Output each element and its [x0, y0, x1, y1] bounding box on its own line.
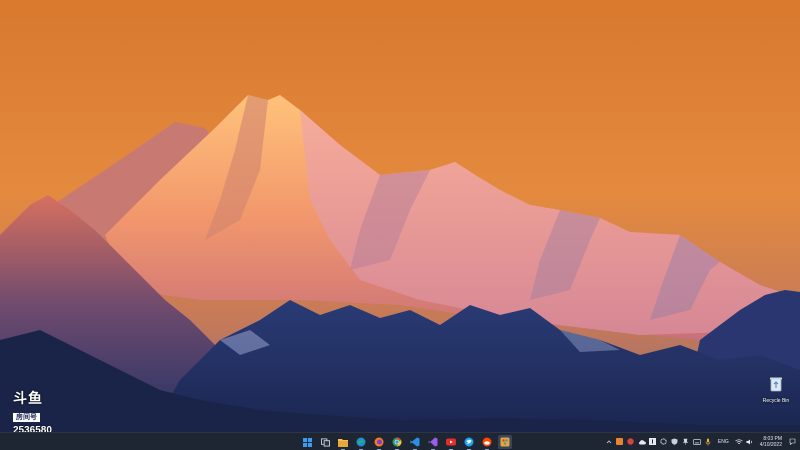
microphone-icon — [705, 438, 711, 445]
red-app-icon — [627, 438, 635, 445]
visual-studio-button[interactable] — [426, 435, 440, 450]
pin-icon — [683, 438, 689, 445]
file-explorer-icon — [338, 438, 348, 447]
watermark-brand: 斗鱼 — [13, 391, 43, 407]
tray-microphone[interactable] — [704, 438, 712, 446]
tray-app-red[interactable] — [627, 438, 635, 446]
start-button[interactable] — [300, 435, 314, 449]
tray-volume[interactable] — [746, 438, 754, 446]
tray-app-white[interactable] — [649, 438, 657, 446]
notification-icon — [789, 438, 795, 445]
show-hidden-icons-button[interactable] — [605, 438, 613, 446]
file-explorer-button[interactable] — [336, 435, 350, 450]
twitter-icon — [464, 437, 474, 447]
language-indicator[interactable]: ENG — [718, 439, 729, 445]
tray-settings[interactable] — [660, 438, 668, 446]
edge-button[interactable] — [354, 435, 368, 450]
tray-app-orange[interactable] — [616, 438, 624, 446]
cloud-icon — [638, 439, 646, 444]
mountain-wallpaper — [0, 0, 800, 432]
chrome-icon — [392, 437, 402, 447]
firefox-button[interactable] — [372, 435, 386, 450]
reddit-button[interactable] — [480, 435, 494, 450]
desktop[interactable]: Recycle Bin 斗鱼 房间号 2536580 — [0, 0, 800, 432]
chrome-button[interactable] — [390, 435, 404, 450]
watermark-room-label: 房间号 — [13, 413, 40, 422]
clock[interactable]: 8:03 PM 4/10/2022 — [760, 436, 782, 448]
taskbar-apps — [300, 435, 512, 450]
orange-app-icon — [616, 438, 624, 445]
task-view-icon — [320, 437, 330, 447]
paint-button[interactable] — [498, 435, 512, 449]
recycle-bin-label: Recycle Bin — [762, 398, 790, 404]
gear-icon — [660, 438, 668, 445]
shield-icon — [671, 438, 678, 445]
wifi-icon — [735, 438, 743, 444]
vscode-button[interactable] — [408, 435, 422, 450]
tray-pin[interactable] — [682, 438, 690, 446]
task-view-button[interactable] — [318, 435, 332, 449]
reddit-icon — [482, 437, 492, 447]
firefox-icon — [374, 437, 384, 447]
twitter-button[interactable] — [462, 435, 476, 450]
tray-keyboard[interactable] — [693, 438, 701, 446]
clock-time: 8:03 PM — [763, 435, 782, 442]
tray-app-gray[interactable] — [671, 438, 679, 446]
watermark-room-number: 2536580 — [13, 425, 52, 432]
recycle-bin[interactable]: Recycle Bin — [760, 376, 792, 404]
chevron-up-icon — [606, 439, 612, 443]
taskbar: ENG 8:03 PM 4/10/2022 — [0, 432, 800, 450]
youtube-icon — [446, 438, 456, 446]
youtube-button[interactable] — [444, 435, 458, 450]
douyu-watermark: 斗鱼 房间号 2536580 — [13, 392, 57, 432]
clock-date: 4/10/2022 — [759, 441, 782, 448]
tray-wifi[interactable] — [735, 438, 743, 446]
recycle-bin-icon — [770, 377, 782, 392]
visual-studio-icon — [428, 437, 438, 447]
vscode-icon — [410, 437, 420, 447]
paint-icon — [500, 437, 510, 447]
number-app-icon — [649, 438, 657, 445]
edge-icon — [356, 437, 366, 447]
keyboard-icon — [693, 438, 701, 445]
notifications-button[interactable] — [788, 438, 796, 446]
tray-cloud[interactable] — [638, 438, 646, 446]
volume-icon — [746, 439, 752, 444]
windows-start-icon — [302, 437, 312, 447]
system-tray: ENG 8:03 PM 4/10/2022 — [605, 433, 796, 450]
